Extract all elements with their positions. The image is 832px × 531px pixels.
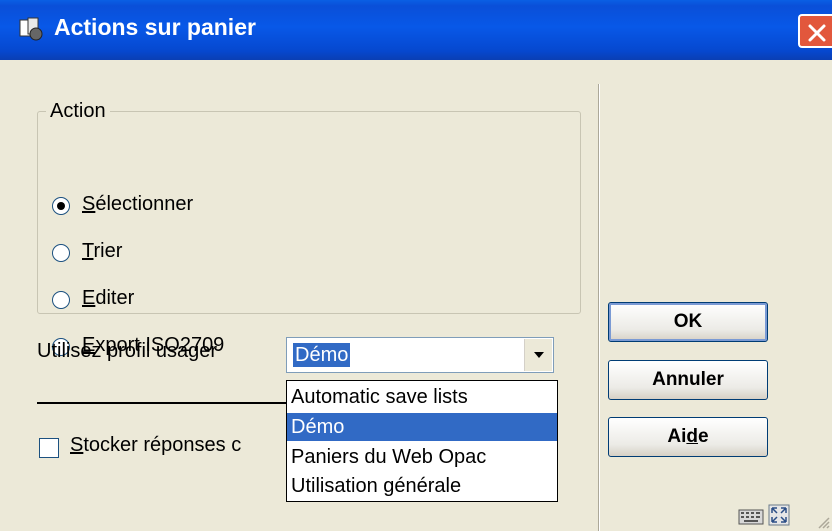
status-icons: [738, 502, 798, 526]
vertical-divider: [598, 84, 600, 531]
ok-button[interactable]: OK: [608, 302, 768, 342]
radio-indicator[interactable]: [52, 197, 70, 215]
close-button[interactable]: [798, 14, 832, 48]
horizontal-divider: [37, 402, 297, 404]
store-responses-checkbox[interactable]: [39, 438, 59, 458]
dropdown-option-automatic-save-lists[interactable]: Automatic save lists: [287, 383, 557, 411]
profile-label: Utilisez profil usager: [37, 340, 218, 362]
radio-indicator[interactable]: [52, 291, 70, 309]
dropdown-option-paniers-web-opac[interactable]: Paniers du Web Opac: [287, 443, 557, 471]
dropdown-option-demo[interactable]: Démo: [287, 413, 557, 441]
title-bar[interactable]: Actions sur panier: [0, 0, 832, 60]
close-icon: [808, 24, 826, 42]
radio-label: Sélectionner: [82, 193, 194, 215]
fullscreen-icon[interactable]: [768, 504, 790, 526]
cancel-button[interactable]: Annuler: [608, 360, 768, 400]
app-icon: [19, 17, 43, 41]
action-legend: Action: [50, 100, 106, 122]
radio-label: Trier: [82, 240, 123, 262]
help-button[interactable]: Aide: [608, 417, 768, 457]
dropdown-option-utilisation-generale[interactable]: Utilisation générale: [287, 472, 557, 500]
profile-dropdown-list[interactable]: Automatic save lists Démo Paniers du Web…: [286, 380, 558, 502]
keyboard-icon[interactable]: [738, 506, 764, 526]
resize-grip-icon[interactable]: [816, 515, 830, 529]
store-responses-label[interactable]: Stocker réponses c: [70, 434, 286, 457]
radio-label: Editer: [82, 287, 135, 309]
action-groupbox: Action Sélectionner Trier Editer Export …: [37, 100, 581, 356]
profile-select-value: Démo: [291, 342, 352, 368]
dialog-body: Action Sélectionner Trier Editer Export …: [0, 60, 832, 531]
radio-indicator[interactable]: [52, 244, 70, 262]
profile-select[interactable]: Démo: [286, 337, 554, 373]
window-title: Actions sur panier: [54, 14, 256, 40]
chevron-down-icon[interactable]: [524, 339, 552, 371]
